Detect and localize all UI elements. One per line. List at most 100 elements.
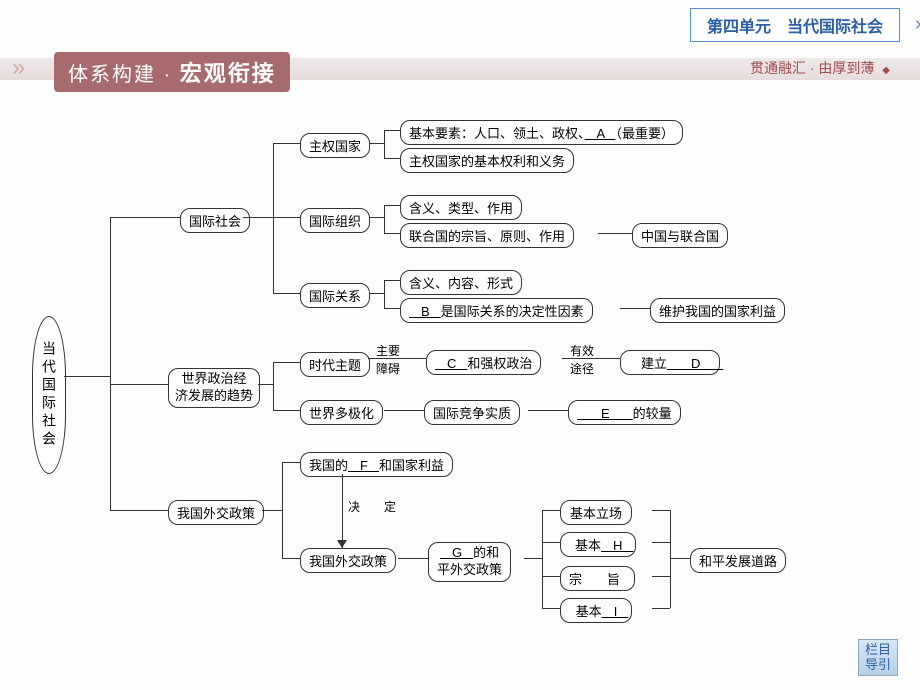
- connector: [282, 462, 300, 463]
- connector: [524, 558, 542, 559]
- connector: [384, 130, 385, 158]
- leaf-f-national-interest: 我国的 F 和国家利益: [300, 452, 453, 477]
- nav-index-button[interactable]: 栏目导引: [858, 639, 898, 676]
- connector: [243, 217, 273, 218]
- leaf-china-un: 中国与联合国: [632, 223, 728, 248]
- connector: [652, 608, 670, 609]
- blank-f: F: [348, 458, 379, 473]
- blank-i: I: [602, 604, 629, 619]
- connector: [262, 510, 282, 511]
- leaf-national-interest: 维护我国的国家利益: [650, 298, 785, 323]
- branch-international-society: 国际社会: [180, 208, 250, 233]
- title-big: 宏观衔接: [180, 61, 276, 86]
- connector: [273, 143, 300, 144]
- connector: [370, 143, 384, 144]
- leaf-rel-determinant: B 是国际关系的决定性因素: [400, 298, 593, 323]
- label-way-bot: 途径: [570, 360, 594, 377]
- blank-d: D: [667, 356, 723, 371]
- connector: [258, 384, 273, 385]
- label-obstacle-top: 主要: [376, 342, 400, 359]
- connector: [64, 376, 110, 377]
- connector: [670, 510, 671, 608]
- node-intl-org: 国际组织: [300, 208, 370, 233]
- chevron-right-icon: »: [915, 13, 918, 36]
- text: 的和: [473, 545, 499, 560]
- connector: [542, 510, 543, 608]
- leaf-basic-h: 基本 H: [560, 532, 636, 557]
- node-era-theme: 时代主题: [300, 352, 370, 377]
- label-obstacle-bot: 障碍: [376, 360, 400, 377]
- connector: [542, 542, 560, 543]
- node-competition-essence: 国际竞争实质: [424, 400, 520, 425]
- connector: [273, 143, 274, 293]
- connector: [384, 410, 424, 411]
- node-sovereign-state: 主权国家: [300, 133, 370, 158]
- leaf-purpose: 宗 旨: [560, 566, 635, 591]
- text: 基本: [575, 538, 601, 553]
- connector: [542, 510, 560, 511]
- connector: [384, 158, 400, 159]
- connector: [273, 217, 300, 218]
- diamond-icon: ◆: [882, 65, 890, 76]
- connector: [342, 474, 343, 548]
- subtitle-text: 贯通融汇 · 由厚到薄: [750, 60, 874, 76]
- connector: [273, 362, 274, 410]
- blank-h: H: [601, 538, 633, 553]
- blank-g: G: [440, 545, 473, 560]
- connector: [652, 510, 670, 511]
- leaf-rel-meaning: 含义、内容、形式: [400, 270, 522, 295]
- node-intl-relations: 国际关系: [300, 283, 370, 308]
- connector: [528, 410, 568, 411]
- arrow-down-icon: [337, 540, 347, 548]
- leaf-e-contest: E 的较量: [568, 400, 681, 425]
- branch-foreign-policy: 我国外交政策: [168, 500, 264, 525]
- connector: [384, 205, 385, 233]
- leaf-basic-i: 基本 I: [560, 598, 632, 623]
- text: 的较量: [633, 406, 672, 421]
- leaf-basic-stance: 基本立场: [560, 500, 632, 525]
- connector: [110, 217, 180, 218]
- connector: [370, 217, 384, 218]
- leaf-un-purpose: 联合国的宗旨、原则、作用: [400, 223, 574, 248]
- leaf-c-power-politics: C 和强权政治: [426, 350, 541, 375]
- connector: [670, 558, 690, 559]
- leaf-peace-dev-road: 和平发展道路: [690, 548, 786, 573]
- connector: [398, 558, 428, 559]
- connector: [562, 358, 620, 359]
- connector: [652, 576, 670, 577]
- connector: [110, 217, 111, 511]
- connector: [273, 362, 300, 363]
- section-subtitle: 贯通融汇 · 由厚到薄 ◆: [750, 58, 890, 78]
- concept-map: 当代国际社会 国际社会 世界政治经济发展的趋势 我国外交政策 主权国家 国际组织…: [0, 100, 920, 620]
- leaf-org-meaning: 含义、类型、作用: [400, 195, 522, 220]
- connector: [384, 280, 385, 308]
- connector: [384, 280, 400, 281]
- connector: [282, 558, 300, 559]
- connector: [384, 233, 400, 234]
- connector: [368, 358, 426, 359]
- chevron-right-icon: »: [12, 54, 15, 82]
- connector: [542, 608, 560, 609]
- leaf-rights-duties: 主权国家的基本权利和义务: [400, 148, 574, 173]
- text: 平外交政策: [437, 562, 502, 577]
- connector: [370, 293, 384, 294]
- blank-e: E: [577, 406, 633, 421]
- text: 和国家利益: [379, 458, 444, 473]
- blank-b: B: [409, 304, 441, 319]
- connector: [542, 576, 560, 577]
- leaf-g-peace-policy: G 的和 平外交政策: [428, 542, 511, 582]
- text: 和强权政治: [467, 356, 532, 371]
- blank-c: C: [435, 356, 467, 371]
- text: 基本: [576, 604, 602, 619]
- section-title: 体系构建 · 宏观衔接: [54, 52, 290, 92]
- connector: [384, 205, 400, 206]
- connector: [273, 293, 300, 294]
- connector: [110, 384, 168, 385]
- connector: [620, 308, 650, 309]
- text: 基本要素：人口、领土、政权、: [409, 126, 585, 141]
- leaf-basic-elements: 基本要素：人口、领土、政权、 A （最重要）: [400, 120, 683, 145]
- connector: [282, 462, 283, 558]
- unit-header: 第四单元 当代国际社会: [690, 8, 900, 42]
- connector: [273, 410, 300, 411]
- label-determine: 决 定: [348, 498, 402, 515]
